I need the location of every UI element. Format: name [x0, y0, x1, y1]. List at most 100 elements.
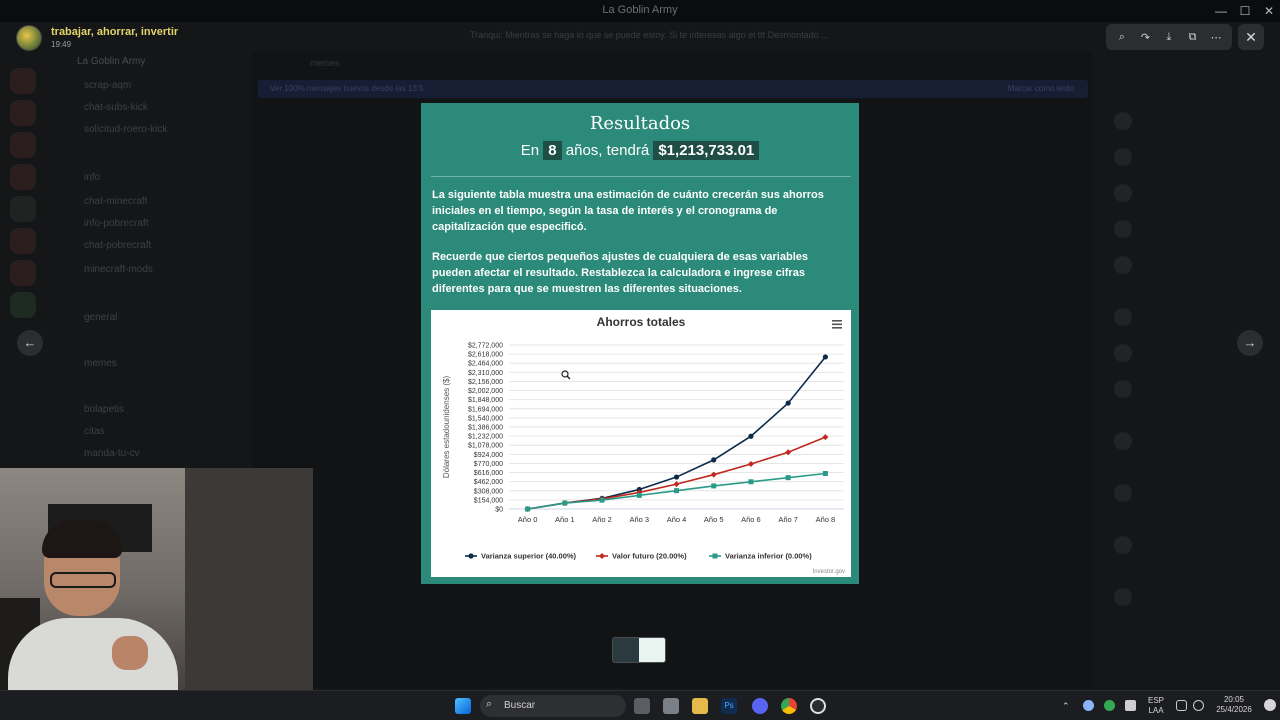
data-point[interactable] [673, 474, 680, 480]
result-middle: años, tendrá [565, 142, 650, 159]
volume-icon[interactable] [1193, 700, 1204, 711]
avatar[interactable] [1114, 536, 1132, 554]
photoshop-icon[interactable]: Ps [721, 698, 737, 714]
person-hand [112, 636, 148, 670]
data-point[interactable] [636, 492, 642, 498]
channel-item[interactable]: general [84, 312, 117, 323]
close-icon[interactable]: ✕ [1238, 24, 1264, 50]
network-icon[interactable] [1176, 700, 1187, 711]
channel-item[interactable]: chat-subs-kick [84, 102, 148, 113]
server-icon[interactable] [10, 68, 36, 94]
avatar[interactable] [1114, 184, 1132, 202]
channel-item[interactable]: bolapetis [84, 404, 124, 415]
data-point[interactable] [822, 434, 829, 441]
minimize-icon[interactable]: — [1208, 2, 1234, 20]
avatar[interactable] [1114, 484, 1132, 502]
server-icon[interactable] [10, 260, 36, 286]
share-icon[interactable]: ↷ [1136, 31, 1154, 44]
mark-read-link[interactable]: Marcar como leído [1008, 84, 1074, 93]
channel-item[interactable]: minecraft-mods [84, 264, 153, 275]
server-icon[interactable] [10, 164, 36, 190]
tray-app-icon[interactable] [1083, 700, 1094, 711]
file-explorer-icon[interactable] [692, 698, 708, 714]
avatar[interactable] [1114, 432, 1132, 450]
open-external-icon[interactable]: ⧉ [1184, 31, 1202, 44]
chart-svg: Ahorros totales $0 $154,000 $308,000 $462,0… [442, 315, 845, 575]
legend-item[interactable]: Valor futuro (20.00%) [596, 552, 687, 561]
data-point[interactable] [711, 457, 717, 463]
data-point[interactable] [822, 354, 828, 360]
obs-icon[interactable] [810, 698, 826, 714]
window-close-icon[interactable]: ✕ [1256, 2, 1280, 20]
windows-start-icon[interactable] [455, 698, 471, 714]
channel-item[interactable]: info-pobrecraft [84, 218, 148, 229]
data-point[interactable] [711, 483, 717, 489]
server-icon[interactable] [10, 228, 36, 254]
data-point[interactable] [525, 506, 531, 512]
download-icon[interactable]: ⤓ [1160, 31, 1178, 44]
legend-label: Varianza superior (40.00%) [481, 552, 577, 561]
channel-item[interactable]: chat-minecraft [84, 196, 147, 207]
y-tick-label: $1,848,000 [468, 397, 503, 404]
more-icon[interactable]: ⋯ [1207, 31, 1225, 44]
channel-item[interactable]: citas [84, 426, 105, 437]
data-point[interactable] [748, 433, 754, 439]
avatar[interactable] [1114, 256, 1132, 274]
channel-item[interactable]: solicitud-roero-kick [84, 124, 167, 135]
guild-name[interactable]: La Goblin Army [77, 56, 145, 67]
taskbar-clock[interactable]: 20:05 25/4/2026 [1208, 695, 1260, 715]
server-icon[interactable] [10, 100, 36, 126]
server-icon[interactable] [10, 292, 36, 318]
arrow-left-icon[interactable]: ← [17, 330, 43, 356]
avatar[interactable] [1114, 380, 1132, 398]
taskbar-search[interactable]: ⌕ Buscar [480, 695, 626, 717]
data-point[interactable] [599, 497, 605, 503]
zoom-icon[interactable]: ⌕ [1113, 31, 1131, 44]
legend-item[interactable]: Varianza inferior (0.00%) [709, 552, 812, 561]
channel-item[interactable]: manda-tu-cv [84, 448, 140, 459]
series-circle[interactable] [525, 354, 828, 512]
input-language[interactable]: ESP LAA [1146, 696, 1166, 716]
tray-app-icon[interactable] [1104, 700, 1115, 711]
discord-icon[interactable] [752, 698, 768, 714]
data-point[interactable] [748, 479, 754, 485]
avatar[interactable] [1114, 344, 1132, 362]
channel-item[interactable]: memes [84, 358, 117, 369]
results-image[interactable]: Resultados En 8 años, tendrá $1,213,733.… [421, 103, 859, 584]
chart-credit[interactable]: Investor.gov [813, 569, 845, 575]
task-view-icon[interactable] [634, 698, 650, 714]
chrome-icon[interactable] [781, 698, 797, 714]
data-point[interactable] [674, 488, 679, 494]
channel-item[interactable]: chat-pobrecraft [84, 240, 151, 251]
tray-chevron-icon[interactable]: ⌃ [1062, 701, 1070, 711]
channel-item[interactable]: scrap-aqm [84, 80, 131, 91]
chart-menu-icon[interactable] [832, 320, 842, 329]
author-name[interactable]: trabajar, ahorrar, invertir [51, 26, 178, 38]
arrow-right-icon[interactable]: → [1237, 330, 1263, 356]
author-avatar[interactable] [16, 25, 42, 51]
avatar[interactable] [1114, 308, 1132, 326]
channel-item[interactable]: info [84, 172, 100, 183]
server-icon[interactable] [10, 132, 36, 158]
avatar[interactable] [1114, 220, 1132, 238]
microphone-icon[interactable] [1125, 700, 1136, 711]
new-messages-banner[interactable]: Ver 100% mensajes nuevos desde las 13:5 … [258, 80, 1088, 98]
image-thumbnail[interactable] [612, 637, 666, 663]
avatar[interactable] [1114, 588, 1132, 606]
avatar[interactable] [1114, 112, 1132, 130]
legend-item[interactable]: Varianza superior (40.00%) [465, 552, 577, 561]
data-point[interactable] [747, 461, 754, 468]
clock-time: 20:05 [1223, 695, 1245, 704]
series-line[interactable] [527, 436, 826, 510]
server-icon[interactable] [10, 196, 36, 222]
data-point[interactable] [822, 471, 828, 477]
notifications-icon[interactable] [1264, 699, 1276, 711]
app-icon[interactable] [663, 698, 679, 714]
language-code: ESP [1147, 696, 1164, 705]
data-point[interactable] [562, 500, 568, 506]
data-point[interactable] [785, 475, 791, 481]
maximize-icon[interactable]: ☐ [1232, 2, 1258, 20]
avatar[interactable] [1114, 148, 1132, 166]
data-point[interactable] [785, 400, 791, 406]
y-tick-label: $1,386,000 [468, 425, 503, 432]
